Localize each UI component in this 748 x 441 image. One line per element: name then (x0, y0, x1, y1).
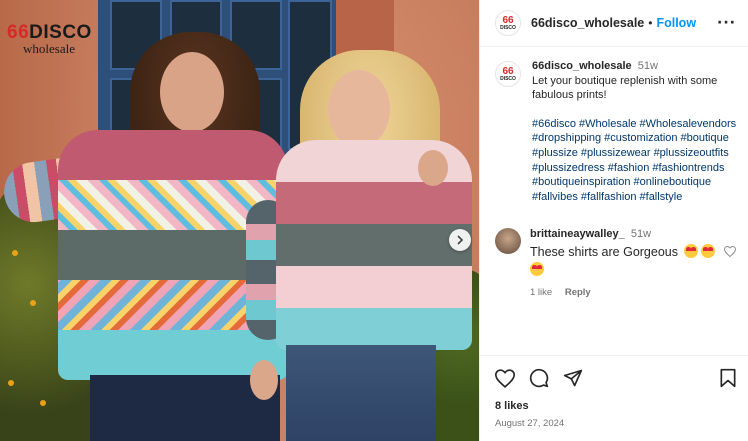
shirt-stripe (276, 308, 472, 350)
caption-time: 51w (637, 60, 658, 72)
comment-time: 51w (630, 228, 652, 241)
avatar-word: DISCO (500, 24, 516, 31)
reply-button[interactable]: Reply (565, 287, 591, 298)
comment-meta: 1 like Reply (530, 287, 730, 298)
heart-outline-icon[interactable] (495, 368, 515, 388)
model-left-face (160, 52, 224, 132)
hashtag-link[interactable]: #fallstyle (640, 191, 683, 203)
brand-logo-word: DISCO (29, 22, 92, 43)
header-username[interactable]: 66disco_wholesale (531, 16, 644, 30)
post-header: 66 DISCO 66disco_wholesale • Follow ··· (480, 0, 748, 47)
follow-button[interactable]: Follow (656, 16, 696, 30)
comment-body: brittaineaywalley_ 51w These shirts are … (530, 228, 730, 298)
comment-text-line: These shirts are Gorgeous (530, 243, 730, 279)
hashtag-link[interactable]: #Wholesale (579, 118, 636, 130)
post-date[interactable]: August 27, 2024 (495, 418, 737, 429)
hashtag-link[interactable]: #plussizeoutfits (654, 147, 729, 159)
like-count[interactable]: 8 likes (495, 400, 737, 412)
hashtag-link[interactable]: #66disco (532, 118, 576, 130)
hashtag-link[interactable]: #fashiontrends (652, 162, 724, 174)
shirt-stripe (58, 130, 288, 180)
hashtag-link[interactable]: #onlineboutique (633, 176, 711, 188)
hashtag-link[interactable]: #dropshipping (532, 132, 601, 144)
chevron-right-icon[interactable] (449, 229, 471, 251)
flower (40, 400, 46, 406)
avatar-word: DISCO (500, 75, 516, 82)
comment-text: These shirts are Gorgeous (530, 245, 678, 260)
hashtag-link[interactable]: #boutiqueinspiration (532, 176, 630, 188)
comment-icon[interactable] (529, 368, 549, 388)
model-right-jeans (286, 345, 436, 441)
hashtag-link[interactable]: #plussizewear (581, 147, 651, 159)
model-left-hand (250, 360, 278, 400)
hashtag-link[interactable]: #plussize (532, 147, 578, 159)
post-caption: 66 DISCO 66disco_wholesale 51w Let your … (480, 47, 748, 204)
brand-logo-number: 66 (7, 22, 30, 43)
caption-text: Let your boutique replenish with some fa… (532, 74, 718, 102)
heart-outline-icon[interactable] (723, 246, 737, 260)
post-photo[interactable]: 66DISCO wholesale (0, 0, 479, 441)
avatar-number: 66 (502, 65, 514, 77)
share-icon[interactable] (563, 368, 583, 388)
hashtag-link[interactable]: #boutique (681, 132, 729, 144)
heart-eyes-emoji-icon (701, 244, 716, 259)
hashtag-link[interactable]: #fallvibes (532, 191, 578, 203)
hashtag-link[interactable]: #fashion (608, 162, 650, 174)
flower (30, 300, 36, 306)
action-icon-row (495, 366, 737, 390)
brand-logo: 66DISCO wholesale (7, 22, 92, 57)
bookmark-icon[interactable] (719, 368, 737, 388)
flower (12, 250, 18, 256)
model-right-hand (418, 150, 448, 186)
commenter-avatar[interactable] (495, 228, 521, 255)
caption-body: 66disco_wholesale 51w Let your boutique … (532, 59, 739, 204)
header-separator: • (648, 16, 653, 30)
hashtag-link[interactable]: #plussizedress (532, 162, 605, 174)
shirt-stripe (276, 182, 472, 224)
commenter-username[interactable]: brittaineaywalley_ (530, 228, 625, 240)
caption-hashtags: #66disco #Wholesale #Wholesalevendors #dro… (532, 117, 739, 205)
post-actions: 8 likes August 27, 2024 (480, 355, 748, 429)
avatar-number: 66 (502, 14, 514, 26)
heart-eyes-emoji-icon (530, 262, 544, 277)
comment-likes[interactable]: 1 like (530, 287, 552, 298)
caption-avatar[interactable]: 66 DISCO (495, 61, 521, 87)
post-side-panel: 66 DISCO 66disco_wholesale • Follow ··· … (479, 0, 748, 441)
model-right-face (328, 70, 390, 148)
shirt-stripe (276, 266, 472, 308)
heart-eyes-emoji-icon (684, 244, 699, 259)
comment-item: brittaineaywalley_ 51w These shirts are … (480, 216, 748, 298)
more-horizontal-icon[interactable]: ··· (717, 15, 736, 31)
flower (8, 380, 14, 386)
hashtag-link[interactable]: #fallfashion (581, 191, 637, 203)
account-avatar[interactable]: 66 DISCO (495, 10, 521, 36)
hashtag-link[interactable]: #customization (604, 132, 677, 144)
shirt-stripe (276, 224, 472, 266)
caption-username[interactable]: 66disco_wholesale (532, 60, 632, 72)
hashtag-link[interactable]: #Wholesalevendors (640, 118, 737, 130)
